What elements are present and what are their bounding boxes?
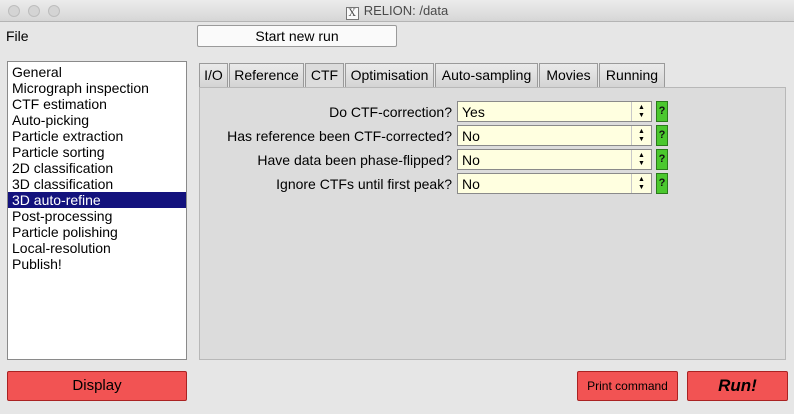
job-item-3d-classification[interactable]: 3D classification [8,176,186,192]
job-item-particle-extraction[interactable]: Particle extraction [8,128,186,144]
option-row-ignore-ctfs-first-peak: Ignore CTFs until first peak? No ▲ ▼ ? [199,173,786,195]
ignore-ctfs-first-peak-select[interactable]: No ▲ ▼ [457,173,652,194]
option-label: Do CTF-correction? [329,104,452,120]
option-label: Ignore CTFs until first peak? [276,176,452,192]
reference-ctf-corrected-select[interactable]: No ▲ ▼ [457,125,652,146]
x11-icon: X [345,7,359,20]
up-down-arrows-icon: ▲ ▼ [631,102,651,121]
help-icon[interactable]: ? [656,149,668,170]
up-down-arrows-icon: ▲ ▼ [631,174,651,193]
job-item-2d-classification[interactable]: 2D classification [8,160,186,176]
tab-optimisation[interactable]: Optimisation [345,63,434,87]
help-icon[interactable]: ? [656,173,668,194]
menu-bar: File [0,23,794,49]
job-item-3d-auto-refine[interactable]: 3D auto-refine [8,192,186,208]
do-ctf-correction-select[interactable]: Yes ▲ ▼ [457,101,652,122]
job-item-publish[interactable]: Publish! [8,256,186,272]
up-down-arrows-icon: ▲ ▼ [631,150,651,169]
start-new-run-button[interactable]: Start new run [197,25,397,47]
title-bar: X RELION: /data [0,0,794,22]
display-button[interactable]: Display [7,371,187,401]
window-title-wrap: X RELION: /data [0,3,794,20]
job-item-ctf-estimation[interactable]: CTF estimation [8,96,186,112]
job-item-micrograph-inspection[interactable]: Micrograph inspection [8,80,186,96]
help-icon[interactable]: ? [656,125,668,146]
job-item-auto-picking[interactable]: Auto-picking [8,112,186,128]
option-label: Has reference been CTF-corrected? [227,128,452,144]
job-item-local-resolution[interactable]: Local-resolution [8,240,186,256]
run-button[interactable]: Run! [687,371,788,401]
job-item-post-processing[interactable]: Post-processing [8,208,186,224]
job-item-particle-sorting[interactable]: Particle sorting [8,144,186,160]
job-item-general[interactable]: General [8,64,186,80]
tab-movies[interactable]: Movies [539,63,598,87]
select-value: Yes [462,104,485,120]
select-value: No [462,176,480,192]
file-menu[interactable]: File [6,28,29,44]
up-down-arrows-icon: ▲ ▼ [631,126,651,145]
tab-ctf[interactable]: CTF [305,63,344,89]
help-icon[interactable]: ? [656,101,668,122]
option-row-phase-flipped: Have data been phase-flipped? No ▲ ▼ ? [199,149,786,171]
tab-auto-sampling[interactable]: Auto-sampling [435,63,538,87]
tab-reference[interactable]: Reference [229,63,304,87]
option-row-reference-ctf-corrected: Has reference been CTF-corrected? No ▲ ▼ … [199,125,786,147]
window-title: RELION: /data [363,3,449,18]
phase-flipped-select[interactable]: No ▲ ▼ [457,149,652,170]
option-row-do-ctf-correction: Do CTF-correction? Yes ▲ ▼ ? [199,101,786,123]
tab-running[interactable]: Running [599,63,665,87]
option-label: Have data been phase-flipped? [257,152,452,168]
print-command-button[interactable]: Print command [577,371,678,401]
job-item-particle-polishing[interactable]: Particle polishing [8,224,186,240]
job-type-list[interactable]: General Micrograph inspection CTF estima… [7,61,187,360]
select-value: No [462,128,480,144]
select-value: No [462,152,480,168]
tab-io[interactable]: I/O [199,63,228,87]
